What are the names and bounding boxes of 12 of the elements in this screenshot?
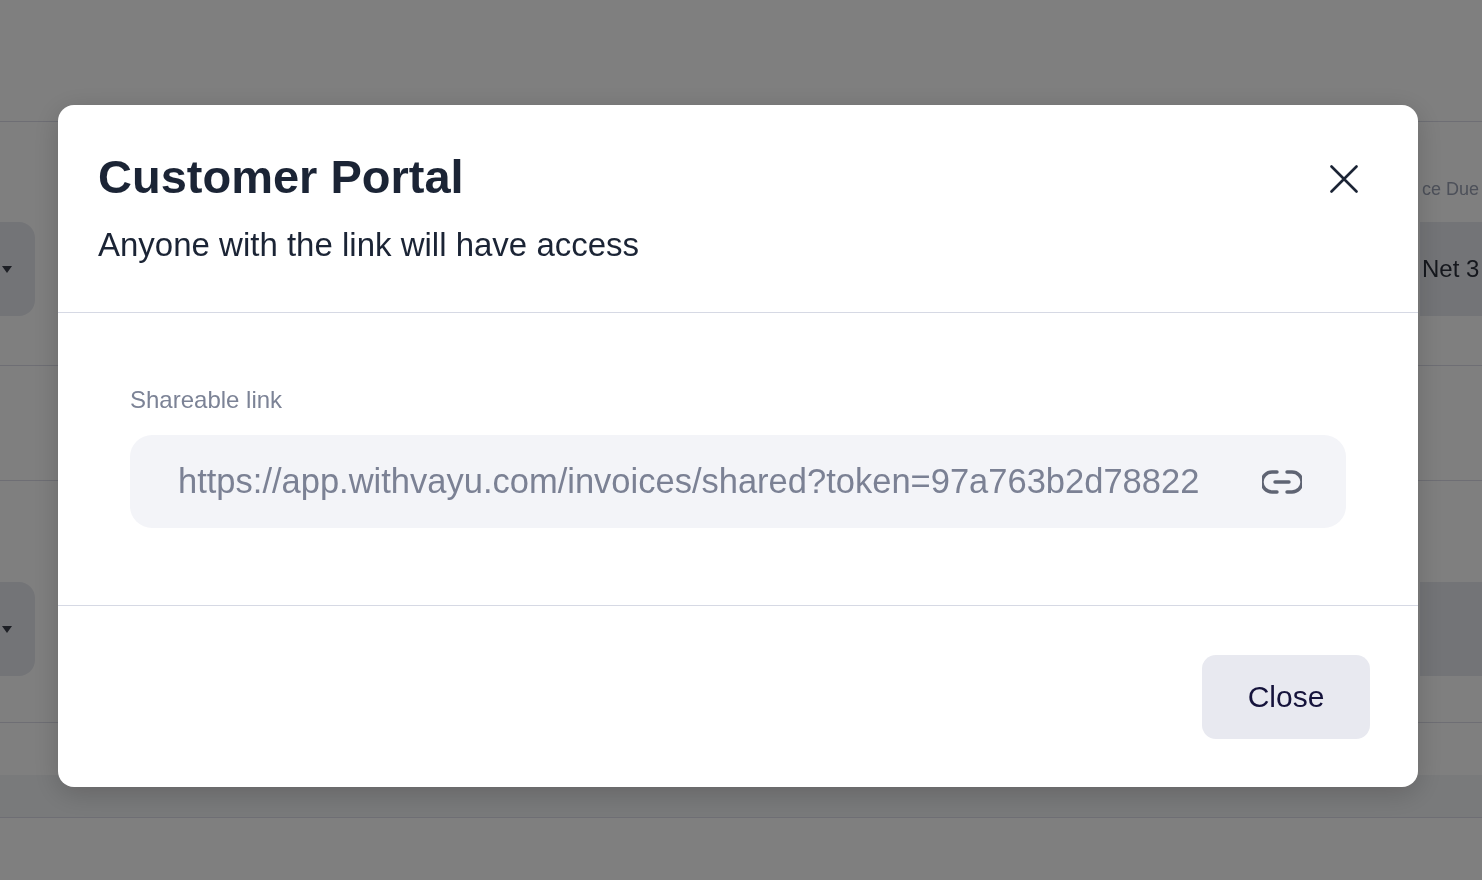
dialog-subtitle: Anyone with the link will have access xyxy=(98,225,640,265)
link-icon[interactable] xyxy=(1262,469,1302,494)
close-icon xyxy=(1330,165,1358,193)
caret-icon xyxy=(2,265,12,273)
caret-icon xyxy=(2,625,12,633)
dialog-title: Customer Portal xyxy=(98,149,464,205)
dropdown-field[interactable] xyxy=(0,222,35,316)
dropdown-field[interactable] xyxy=(0,582,35,676)
link-field[interactable]: https://app.withvayu.com/invoices/shared?token=97a763b2d78822 xyxy=(130,435,1346,528)
close-button[interactable]: Close xyxy=(1202,655,1370,739)
field-label: Shareable link xyxy=(130,385,283,415)
input-field[interactable]: Net 3 xyxy=(1420,222,1482,316)
